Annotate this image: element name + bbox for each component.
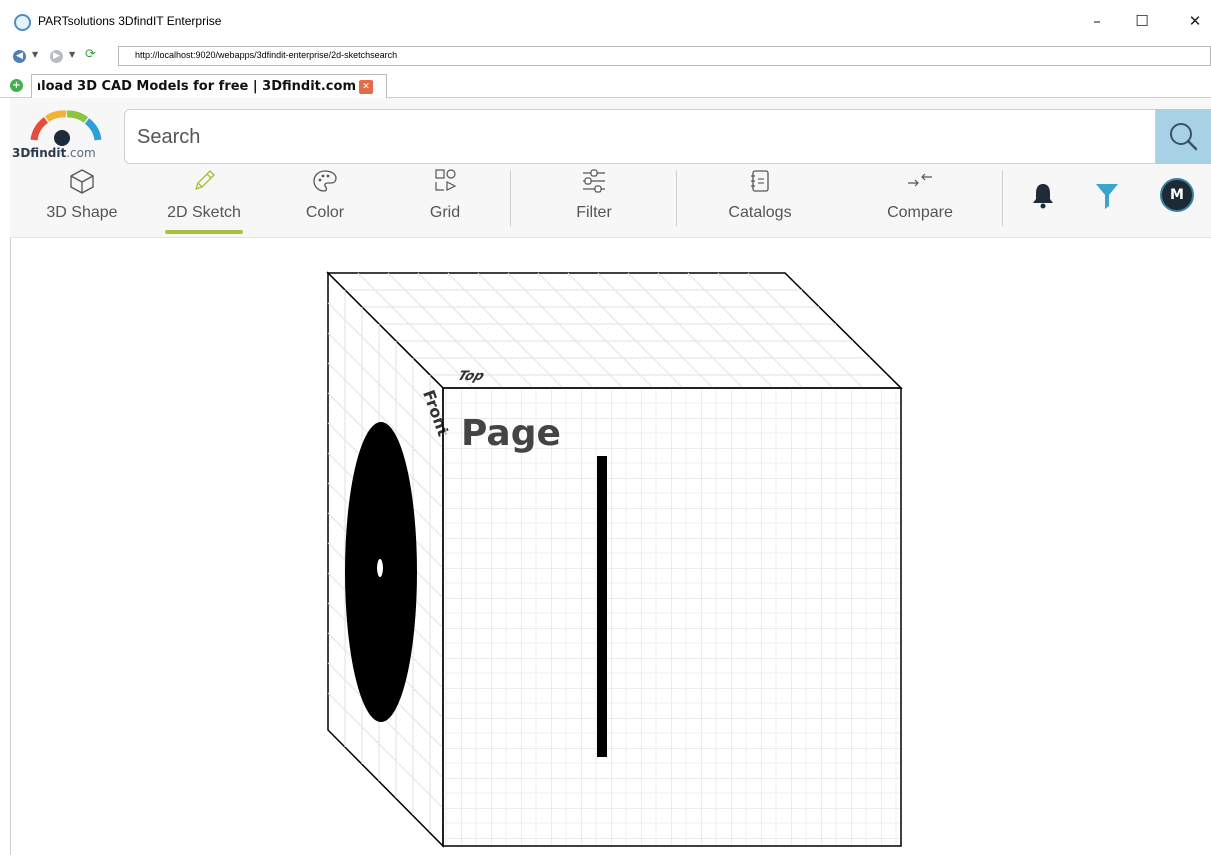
tab-filter[interactable]: Filter [544,168,644,232]
tab-label: Filter [576,204,612,221]
page-face-label: Page [461,413,561,454]
tab-label: Catalogs [728,204,792,221]
tab-close-icon[interactable]: ✕ [359,80,373,94]
back-icon[interactable]: ◀ [13,50,26,63]
url-text: http://localhost:9020/webapps/3dfindit-e… [135,50,398,60]
app-icon [14,14,31,31]
sliders-icon [583,169,605,193]
palette-icon [313,170,337,192]
tab-label: Color [305,204,345,221]
grid-icon [435,169,457,191]
toolbar-divider [1002,170,1003,226]
tab-label: 2D Sketch [167,204,241,221]
tab-color[interactable]: Color [275,168,375,232]
new-tab-icon[interactable]: + [10,79,23,92]
back-dropdown-icon[interactable]: ▼ [32,50,38,59]
logo-text: 3Dfindit.com [12,146,96,160]
minimize-button[interactable]: – [1086,10,1108,32]
address-bar: ◀ ▼ ▶ ▼ ⟳ http://localhost:9020/webapps/… [0,42,1211,72]
logo-gauge-icon [30,110,102,146]
sketch-cube[interactable]: Top Front Page [11,238,1211,855]
window-title: PARTsolutions 3DfindIT Enterprise [38,14,222,28]
tab-label: Grid [429,204,461,221]
maximize-button[interactable]: ☐ [1131,10,1153,32]
tab-label: Compare [887,204,953,221]
catalog-icon [751,170,769,192]
window-titlebar: PARTsolutions 3DfindIT Enterprise – ☐ ✕ [0,0,1211,42]
page-line-shape[interactable] [597,456,607,757]
forward-icon[interactable]: ▶ [50,50,63,63]
search-button[interactable] [1156,109,1211,164]
url-field[interactable]: http://localhost:9020/webapps/3dfindit-e… [118,46,1211,66]
cube-icon [70,169,94,194]
pencil-icon [195,170,215,190]
search-placeholder: Search [137,126,201,148]
tab-compare[interactable]: Compare [870,168,970,232]
refresh-icon[interactable]: ⟳ [85,47,96,62]
front-circle-hole [377,559,383,577]
active-tab-indicator [165,230,243,234]
search-input[interactable]: Search [124,109,1156,164]
browser-tab[interactable]: Download 3D CAD Models for free | 3Dfind… [31,74,387,99]
tab-3d-shape[interactable]: 3D Shape [32,168,132,232]
bell-icon[interactable] [1031,182,1055,210]
app-header: 3Dfindit.com Search 3D Shape 2D Sketch C… [10,98,1211,238]
tab-2d-sketch[interactable]: 2D Sketch [154,168,254,232]
tab-label: 3D Shape [46,204,118,221]
tab-grid[interactable]: Grid [395,168,495,232]
page-face[interactable]: Page [442,387,902,847]
close-button[interactable]: ✕ [1184,10,1206,32]
toolbar-divider [510,170,511,226]
tab-title: Download 3D CAD Models for free | 3Dfind… [38,79,356,94]
compare-icon [908,173,932,187]
logo[interactable]: 3Dfindit.com [10,108,120,166]
avatar[interactable]: M [1160,178,1194,212]
forward-dropdown-icon[interactable]: ▼ [69,50,75,59]
search-icon [1170,123,1198,151]
sketch-canvas[interactable]: Top Front Page [10,238,1211,855]
filter-icon[interactable] [1094,182,1120,210]
tab-bar: + Download 3D CAD Models for free | 3Dfi… [0,72,1211,99]
toolbar-divider [676,170,677,226]
tab-catalogs[interactable]: Catalogs [710,168,810,232]
